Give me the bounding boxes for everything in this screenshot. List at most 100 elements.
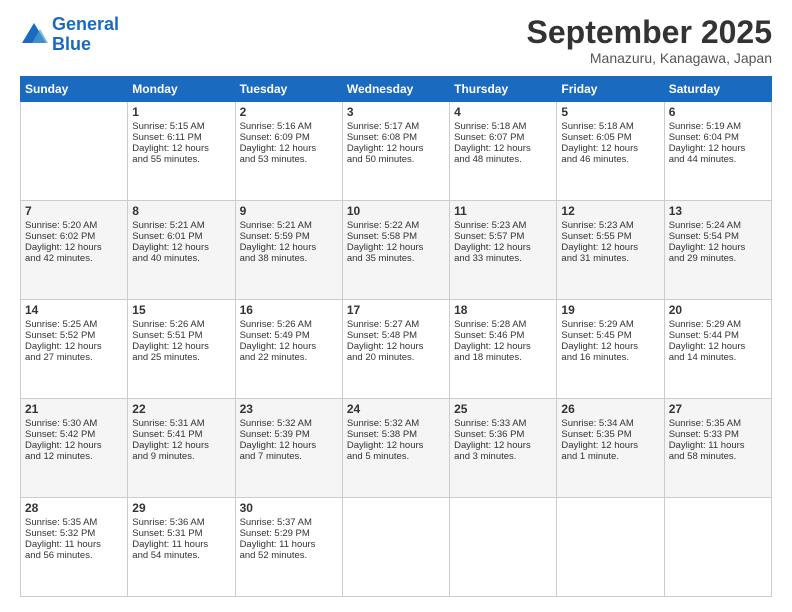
- calendar-cell: 14 Sunrise: 5:25 AMSunset: 5:52 PMDayligh…: [21, 300, 128, 399]
- day-info: Daylight: 12 hours: [669, 143, 767, 154]
- calendar-cell: 20Sunrise: 5:29 AMSunset: 5:44 PMDayligh…: [664, 300, 771, 399]
- day-info: Daylight: 11 hours: [240, 539, 338, 550]
- page: General Blue September 2025 Manazuru, Ka…: [0, 0, 792, 612]
- day-info: Sunset: 5:35 PM: [561, 429, 659, 440]
- day-info: Daylight: 12 hours: [561, 341, 659, 352]
- day-info: Sunrise: 5:17 AM: [347, 121, 445, 132]
- day-number: 5: [561, 105, 659, 119]
- calendar-cell: 2Sunrise: 5:16 AMSunset: 6:09 PMDaylight…: [235, 102, 342, 201]
- day-info: Sunset: 5:57 PM: [454, 231, 552, 242]
- day-info: Sunrise: 5:21 AM: [240, 220, 338, 231]
- day-number: 23: [240, 402, 338, 416]
- day-info: Sunset: 5:36 PM: [454, 429, 552, 440]
- day-info: Daylight: 12 hours: [669, 341, 767, 352]
- day-info: and 18 minutes.: [454, 352, 552, 363]
- calendar-header-thursday: Thursday: [450, 77, 557, 102]
- day-info: Sunset: 5:49 PM: [240, 330, 338, 341]
- day-info: and 20 minutes.: [347, 352, 445, 363]
- day-info: and 29 minutes.: [669, 253, 767, 264]
- calendar-cell: 7Sunrise: 5:20 AMSunset: 6:02 PMDaylight…: [21, 201, 128, 300]
- day-info: and 12 minutes.: [25, 451, 123, 462]
- day-info: Daylight: 12 hours: [347, 341, 445, 352]
- calendar-cell: 13Sunrise: 5:24 AMSunset: 5:54 PMDayligh…: [664, 201, 771, 300]
- day-info: Sunrise: 5:33 AM: [454, 418, 552, 429]
- day-info: Daylight: 12 hours: [561, 242, 659, 253]
- calendar-cell: 25 Sunrise: 5:33 AMSunset: 5:36 PMDayligh…: [450, 399, 557, 498]
- day-info: Sunrise: 5:32 AM: [347, 418, 445, 429]
- day-info: Sunrise: 5:32 AM: [240, 418, 338, 429]
- day-info: Sunset: 5:58 PM: [347, 231, 445, 242]
- day-info: Daylight: 12 hours: [561, 143, 659, 154]
- day-info: and 55 minutes.: [132, 154, 230, 165]
- day-number: 27: [669, 402, 767, 416]
- day-info: Daylight: 12 hours: [347, 440, 445, 451]
- day-info: Daylight: 12 hours: [561, 440, 659, 451]
- day-info: Daylight: 12 hours: [25, 440, 123, 451]
- day-info: Sunrise: 5:24 AM: [669, 220, 767, 231]
- day-info: Daylight: 12 hours: [132, 143, 230, 154]
- day-info: Daylight: 11 hours: [669, 440, 767, 451]
- day-info: Sunrise: 5:25 AM: [25, 319, 123, 330]
- calendar-cell: [21, 102, 128, 201]
- day-number: 17: [347, 303, 445, 317]
- calendar-cell: [450, 498, 557, 597]
- day-info: Sunset: 6:07 PM: [454, 132, 552, 143]
- calendar-cell: 21Sunrise: 5:30 AMSunset: 5:42 PMDayligh…: [21, 399, 128, 498]
- day-info: Sunset: 5:52 PM: [25, 330, 123, 341]
- day-number: 14: [25, 303, 123, 317]
- day-info: Sunrise: 5:37 AM: [240, 517, 338, 528]
- day-info: Sunset: 5:51 PM: [132, 330, 230, 341]
- calendar-header-saturday: Saturday: [664, 77, 771, 102]
- calendar-header-friday: Friday: [557, 77, 664, 102]
- day-info: and 54 minutes.: [132, 550, 230, 561]
- day-info: Sunrise: 5:18 AM: [561, 121, 659, 132]
- header: General Blue September 2025 Manazuru, Ka…: [20, 15, 772, 66]
- day-info: and 38 minutes.: [240, 253, 338, 264]
- calendar-cell: 27Sunrise: 5:35 AMSunset: 5:33 PMDayligh…: [664, 399, 771, 498]
- day-number: 20: [669, 303, 767, 317]
- day-info: Daylight: 12 hours: [347, 143, 445, 154]
- day-info: Daylight: 12 hours: [25, 341, 123, 352]
- logo-general: General: [52, 14, 119, 34]
- calendar-cell: 4Sunrise: 5:18 AMSunset: 6:07 PMDaylight…: [450, 102, 557, 201]
- day-info: Daylight: 12 hours: [454, 440, 552, 451]
- day-number: 21: [25, 402, 123, 416]
- day-info: and 46 minutes.: [561, 154, 659, 165]
- day-info: Sunset: 6:04 PM: [669, 132, 767, 143]
- day-number: 7: [25, 204, 123, 218]
- calendar-cell: [664, 498, 771, 597]
- logo: General Blue: [20, 15, 119, 55]
- day-number: 25: [454, 402, 552, 416]
- day-info: Sunrise: 5:26 AM: [132, 319, 230, 330]
- day-info: Sunset: 6:05 PM: [561, 132, 659, 143]
- day-info: Sunrise: 5:29 AM: [561, 319, 659, 330]
- day-info: and 5 minutes.: [347, 451, 445, 462]
- calendar-cell: [342, 498, 449, 597]
- day-number: 30: [240, 501, 338, 515]
- day-info: Sunset: 6:08 PM: [347, 132, 445, 143]
- calendar-cell: 9Sunrise: 5:21 AMSunset: 5:59 PMDaylight…: [235, 201, 342, 300]
- calendar-header-row: SundayMondayTuesdayWednesdayThursdayFrid…: [21, 77, 772, 102]
- day-number: 13: [669, 204, 767, 218]
- day-info: Sunrise: 5:31 AM: [132, 418, 230, 429]
- calendar-week-2: 14Sunrise: 5:25 AMSunset: 5:52 PMDayligh…: [21, 300, 772, 399]
- day-info: Sunrise: 5:34 AM: [561, 418, 659, 429]
- day-info: Sunset: 5:55 PM: [561, 231, 659, 242]
- day-info: Daylight: 11 hours: [25, 539, 123, 550]
- calendar-cell: 5 Sunrise: 5:18 AMSunset: 6:05 PMDaylight…: [557, 102, 664, 201]
- day-info: Sunset: 5:42 PM: [25, 429, 123, 440]
- calendar-cell: 29Sunrise: 5:36 AMSunset: 5:31 PMDayligh…: [128, 498, 235, 597]
- day-info: Sunrise: 5:20 AM: [25, 220, 123, 231]
- day-info: and 1 minute.: [561, 451, 659, 462]
- day-number: 6: [669, 105, 767, 119]
- logo-icon: [20, 21, 48, 49]
- day-info: Sunset: 5:48 PM: [347, 330, 445, 341]
- day-info: Sunset: 5:31 PM: [132, 528, 230, 539]
- logo-text: General Blue: [52, 15, 119, 55]
- day-number: 29: [132, 501, 230, 515]
- location: Manazuru, Kanagawa, Japan: [527, 50, 772, 66]
- calendar-table: SundayMondayTuesdayWednesdayThursdayFrid…: [20, 76, 772, 597]
- day-number: 3: [347, 105, 445, 119]
- day-info: Daylight: 11 hours: [132, 539, 230, 550]
- day-info: Sunrise: 5:26 AM: [240, 319, 338, 330]
